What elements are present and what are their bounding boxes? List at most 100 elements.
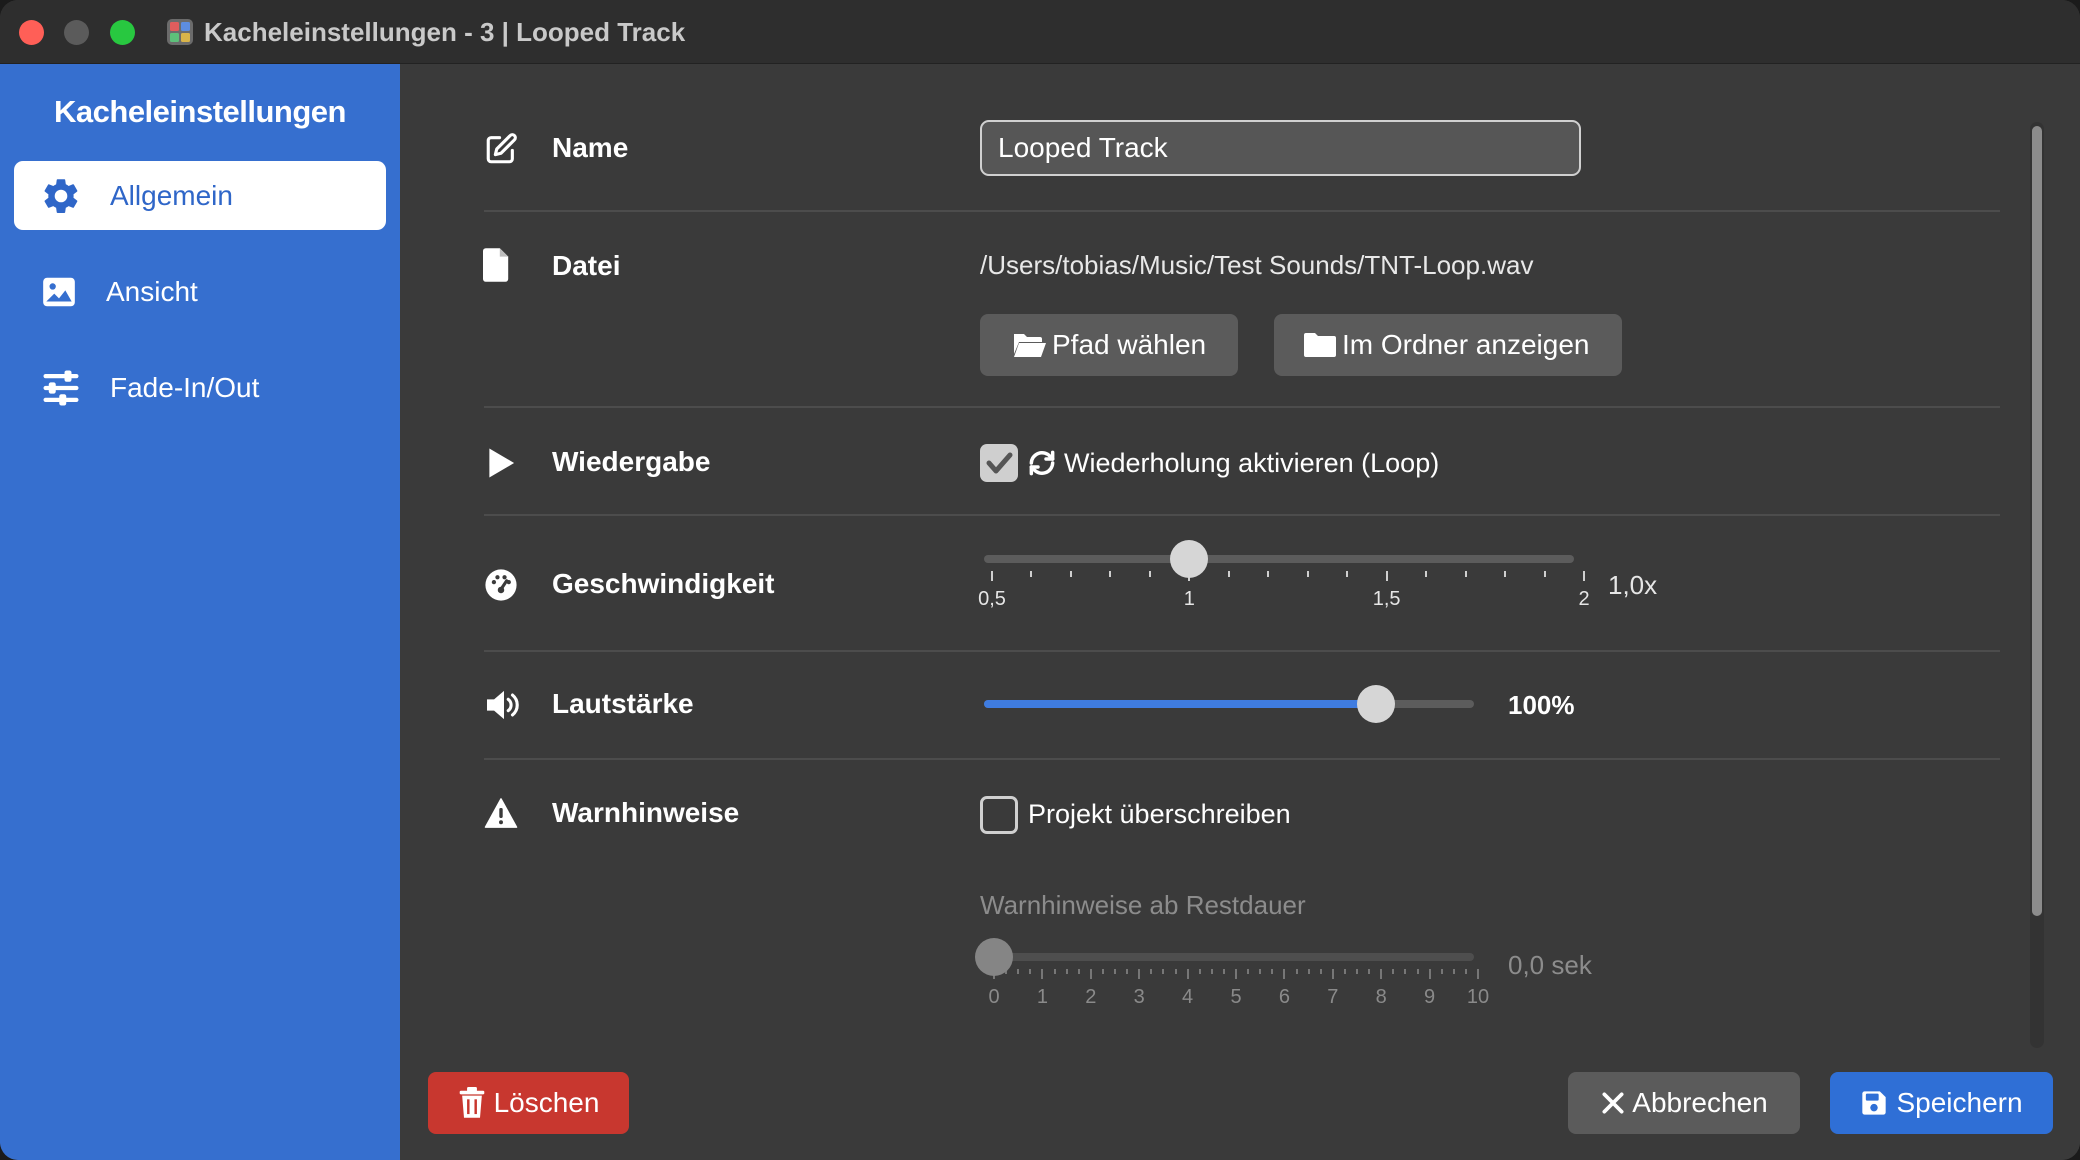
sidebar-item-allgemein[interactable]: Allgemein: [14, 161, 386, 230]
remaining-tick: [1464, 969, 1467, 974]
speed-tick: [1543, 571, 1546, 577]
delete-button[interactable]: Löschen: [428, 1072, 629, 1134]
remaining-tick-label: 0: [988, 986, 1000, 1008]
repeat-icon: [1026, 447, 1058, 479]
remaining-tick-label: 7: [1327, 986, 1339, 1008]
remaining-tick: [1343, 969, 1346, 974]
remaining-tick: [1452, 969, 1455, 974]
folder-open-icon: [1012, 332, 1046, 358]
remaining-tick: [1477, 969, 1479, 979]
speed-tick: [1148, 571, 1151, 577]
remaining-tick-label: 5: [1230, 986, 1242, 1008]
speed-tick: [1425, 571, 1428, 577]
volume-label: Lautstärke: [552, 688, 694, 719]
edit-icon: [482, 130, 520, 168]
play-icon: [482, 444, 520, 482]
overwrite-project-checkbox[interactable]: [980, 796, 1018, 834]
folder-icon: [1304, 332, 1336, 358]
remaining-tick: [1271, 969, 1274, 974]
remaining-tick: [1029, 969, 1032, 974]
volume-slider-thumb[interactable]: [1357, 685, 1395, 723]
remaining-slider-thumb[interactable]: [975, 938, 1013, 976]
checkmark-icon: [986, 452, 1013, 474]
playback-label: Wiedergabe: [552, 446, 711, 477]
show-in-folder-label: Im Ordner anzeigen: [1342, 329, 1590, 360]
remaining-tick-label: 9: [1424, 986, 1436, 1008]
remaining-tick: [1222, 969, 1225, 974]
app-grid-icon: [167, 19, 193, 45]
speed-tick: [1030, 571, 1033, 577]
remaining-tick: [1380, 969, 1383, 979]
remaining-tick: [1283, 969, 1286, 979]
file-label: Datei: [552, 250, 621, 281]
sidebar-item-fade[interactable]: Fade-In/Out: [14, 353, 386, 422]
speedometer-icon: [482, 566, 520, 604]
close-window-button[interactable]: [19, 20, 44, 45]
file-icon: [478, 246, 516, 284]
remaining-tick: [1017, 969, 1020, 974]
remaining-slider-track[interactable]: [984, 953, 1474, 961]
remaining-tick: [1053, 969, 1056, 974]
volume-slider-fill: [984, 700, 1376, 708]
speed-tick-label: 1: [1183, 588, 1195, 610]
close-icon: [1600, 1090, 1626, 1116]
divider: [484, 210, 2000, 212]
remaining-tick: [1404, 969, 1407, 974]
remaining-tick: [1319, 969, 1322, 974]
remaining-tick-label: 10: [1466, 986, 1490, 1008]
speed-slider-track[interactable]: [984, 555, 1574, 563]
sidebar-item-label: Allgemein: [110, 179, 233, 211]
speed-slider-thumb[interactable]: [1170, 540, 1209, 578]
remaining-tick: [1440, 969, 1443, 974]
speed-tick-label: 2: [1578, 588, 1590, 610]
content-scrollbar[interactable]: [2030, 122, 2044, 1048]
save-button[interactable]: Speichern: [1830, 1072, 2053, 1134]
divider: [484, 758, 2000, 760]
speed-tick: [1583, 571, 1585, 581]
remaining-tick: [1392, 969, 1395, 974]
remaining-tick: [1428, 969, 1431, 979]
save-disk-icon: [1860, 1089, 1888, 1117]
speed-tick-label: 0,5: [978, 588, 1006, 610]
minimize-window-button[interactable]: [64, 20, 89, 45]
gear-icon: [40, 175, 82, 217]
zoom-window-button[interactable]: [110, 20, 135, 45]
divider: [484, 650, 2000, 652]
sidebar-item-ansicht[interactable]: Ansicht: [14, 257, 386, 326]
remaining-tick-label: 2: [1085, 986, 1097, 1008]
remaining-duration-label: Warnhinweise ab Restdauer: [980, 890, 1306, 920]
scrollbar-thumb[interactable]: [2032, 126, 2042, 916]
speed-tick: [1069, 571, 1072, 577]
remaining-duration-value: 0,0 sek: [1508, 950, 1592, 980]
volume-value: 100%: [1508, 690, 1575, 720]
sidebar: Kacheleinstellungen Allgemein Ansicht Fa…: [0, 64, 400, 1160]
speed-value: 1,0x: [1608, 570, 1658, 600]
remaining-tick: [1198, 969, 1201, 974]
remaining-tick: [1162, 969, 1165, 974]
warnings-label: Warnhinweise: [552, 797, 740, 828]
save-label: Speichern: [1896, 1087, 2023, 1118]
remaining-tick: [1210, 969, 1213, 974]
remaining-tick: [1114, 969, 1116, 974]
remaining-tick: [1126, 969, 1129, 974]
remaining-tick: [1077, 969, 1080, 974]
cancel-button[interactable]: Abbrechen: [1568, 1072, 1800, 1134]
overwrite-project-label: Projekt überschreiben: [1028, 799, 1291, 829]
remaining-tick-label: 3: [1133, 986, 1145, 1008]
sidebar-heading: Kacheleinstellungen: [54, 94, 346, 129]
sliders-icon: [40, 367, 82, 409]
remaining-tick: [1295, 969, 1298, 974]
choose-path-button[interactable]: Pfad wählen: [980, 314, 1238, 376]
trash-icon: [458, 1087, 486, 1119]
remaining-tick-label: 1: [1036, 986, 1048, 1008]
remaining-tick: [1368, 969, 1371, 974]
remaining-tick: [1041, 969, 1044, 979]
loop-label: Wiederholung aktivieren (Loop): [1064, 448, 1440, 478]
volume-icon: [484, 686, 524, 724]
choose-path-label: Pfad wählen: [1052, 329, 1207, 360]
show-in-folder-button[interactable]: Im Ordner anzeigen: [1274, 314, 1622, 376]
speed-tick: [1109, 571, 1112, 577]
loop-checkbox[interactable]: [980, 444, 1018, 482]
name-input[interactable]: [980, 120, 1581, 176]
remaining-tick: [1259, 969, 1262, 974]
